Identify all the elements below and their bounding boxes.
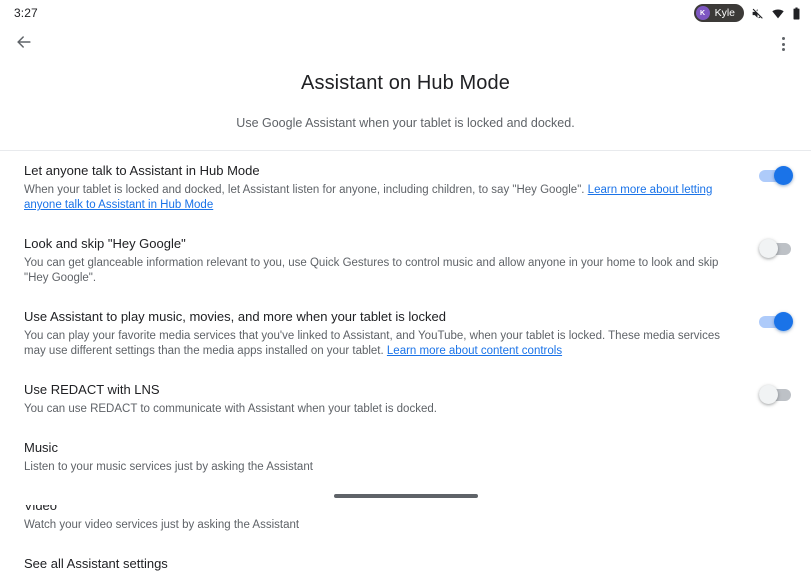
setting-row-play-media-when-locked[interactable]: Use Assistant to play music, movies, and… bbox=[0, 297, 811, 370]
status-bar-icons: K Kyle bbox=[693, 4, 801, 22]
avatar: K bbox=[695, 6, 710, 20]
user-chip-label: Kyle bbox=[714, 6, 735, 19]
wifi-icon bbox=[771, 7, 785, 20]
page-title: Assistant on Hub Mode bbox=[301, 72, 510, 94]
setting-description: You can play your favorite media service… bbox=[24, 329, 741, 359]
toggle-thumb bbox=[759, 239, 778, 258]
setting-row-let-anyone-talk[interactable]: Let anyone talk to Assistant in Hub Mode… bbox=[0, 151, 811, 224]
toggle-play-media-when-locked[interactable] bbox=[759, 312, 793, 332]
setting-title: Use Assistant to play music, movies, and… bbox=[24, 309, 446, 324]
setting-description-text: You can play your favorite media service… bbox=[24, 330, 720, 357]
setting-title: Let anyone talk to Assistant in Hub Mode bbox=[24, 163, 260, 178]
page-header: Assistant on Hub Mode Use Google Assista… bbox=[0, 62, 811, 132]
toggle-let-anyone-talk[interactable] bbox=[759, 166, 793, 186]
page-subtitle: Use Google Assistant when your tablet is… bbox=[236, 116, 575, 130]
overflow-menu-button[interactable] bbox=[769, 30, 797, 58]
setting-description: You can use REDACT to communicate with A… bbox=[24, 403, 437, 415]
home-indicator[interactable] bbox=[333, 494, 478, 498]
settings-list: Let anyone talk to Assistant in Hub Mode… bbox=[0, 151, 811, 587]
setting-description: When your tablet is locked and docked, l… bbox=[24, 183, 741, 213]
setting-text: Use REDACT with LNS You can use REDACT t… bbox=[24, 381, 759, 417]
back-button[interactable] bbox=[10, 30, 38, 58]
toggle-thumb bbox=[774, 166, 793, 185]
list-item-title: Music bbox=[24, 440, 58, 455]
setting-row-use-redact-with-lns[interactable]: Use REDACT with LNS You can use REDACT t… bbox=[0, 370, 811, 428]
toggle-use-redact-with-lns[interactable] bbox=[759, 385, 793, 405]
list-item-title: See all Assistant settings bbox=[24, 556, 168, 571]
setting-description-text: When your tablet is locked and docked, l… bbox=[24, 184, 588, 196]
setting-description: You can get glanceable information relev… bbox=[24, 257, 719, 284]
list-item-description: Listen to your music services just by as… bbox=[24, 461, 313, 473]
status-bar: 3:27 K Kyle bbox=[0, 0, 811, 26]
list-item-description: Watch your video services just by asking… bbox=[24, 519, 300, 531]
setting-text: Let anyone talk to Assistant in Hub Mode… bbox=[24, 162, 759, 213]
status-bar-time: 3:27 bbox=[14, 6, 38, 20]
battery-icon bbox=[792, 7, 801, 20]
setting-title: Use REDACT with LNS bbox=[24, 382, 160, 397]
toggle-thumb bbox=[774, 312, 793, 331]
setting-row-look-and-skip[interactable]: Look and skip "Hey Google" You can get g… bbox=[0, 224, 811, 297]
toggle-look-and-skip[interactable] bbox=[759, 239, 793, 259]
toggle-thumb bbox=[759, 385, 778, 404]
setting-text: Use Assistant to play music, movies, and… bbox=[24, 308, 759, 359]
list-item-music[interactable]: Music Listen to your music services just… bbox=[0, 428, 811, 486]
list-item-see-all-assistant-settings[interactable]: See all Assistant settings bbox=[0, 544, 811, 587]
more-vert-icon bbox=[781, 37, 785, 51]
content-controls-link[interactable]: Learn more about content controls bbox=[387, 345, 562, 357]
arrow-back-icon bbox=[14, 32, 34, 57]
app-bar bbox=[0, 26, 811, 62]
volume-mute-icon bbox=[751, 7, 764, 20]
user-chip[interactable]: K Kyle bbox=[693, 4, 744, 22]
setting-text: Look and skip "Hey Google" You can get g… bbox=[24, 235, 759, 286]
setting-title: Look and skip "Hey Google" bbox=[24, 236, 186, 251]
